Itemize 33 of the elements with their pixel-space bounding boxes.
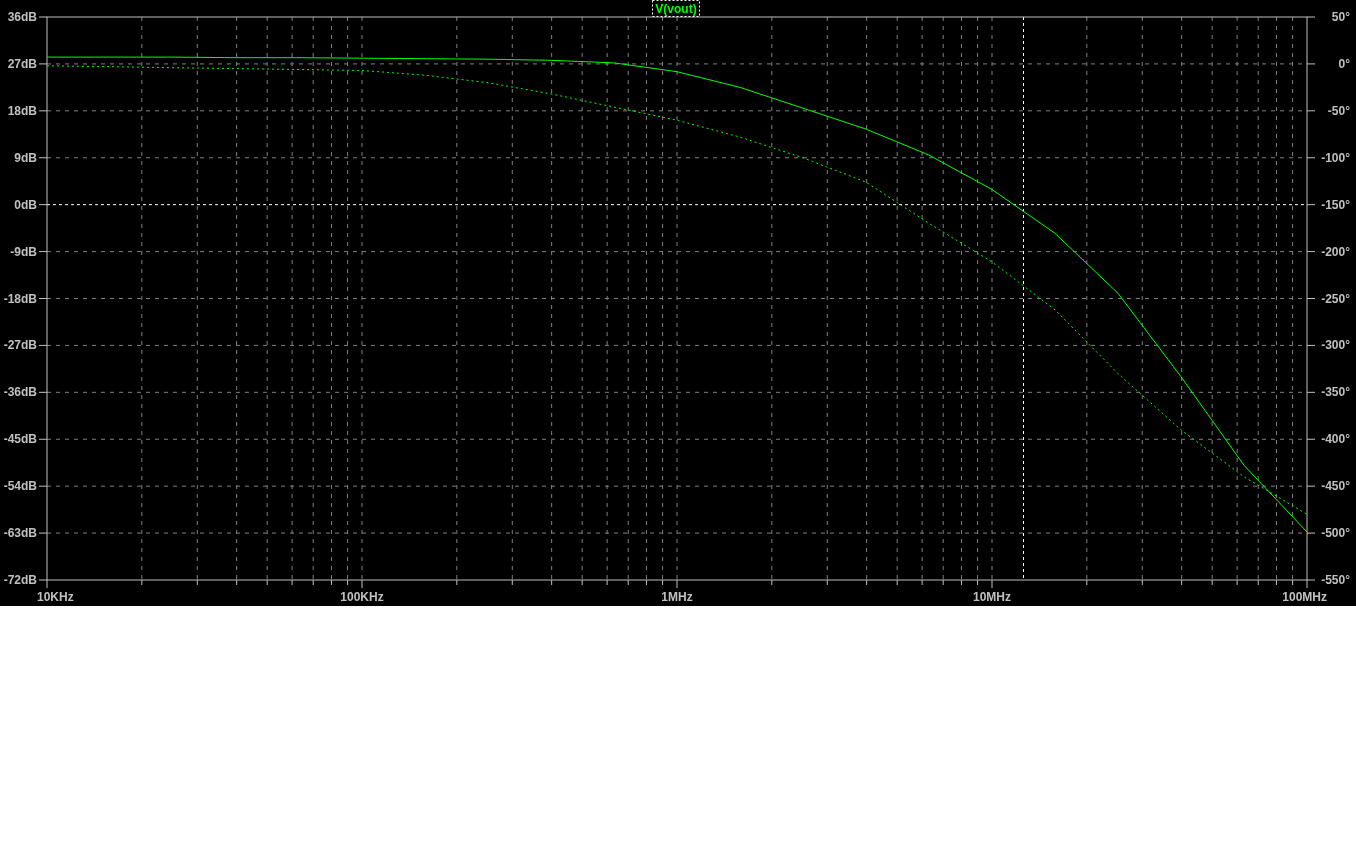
axis-label: 0° [1338,56,1350,71]
axis-label: 18dB [7,103,37,118]
axis-label: -18dB [3,291,37,306]
axis-label: -400° [1321,432,1350,447]
axis-label: -54dB [3,479,37,494]
axis-label: 1MHz [661,590,693,604]
axis-label: 27dB [7,56,37,71]
axis-label: -200° [1321,244,1350,259]
axis-label: -300° [1321,338,1350,353]
trace-legend[interactable]: V(vout) [652,0,700,17]
axis-label: 9dB [14,150,37,165]
axis-label: -100° [1321,150,1350,165]
axis-label: -500° [1321,526,1350,541]
axis-label: -36dB [3,385,37,400]
axis-label: -63dB [3,526,37,541]
axis-label: -27dB [3,338,37,353]
axis-label: -350° [1321,385,1350,400]
axis-label: 100KHz [340,590,384,604]
axis-label: 0dB [14,197,37,212]
axis-label: -150° [1321,197,1350,212]
axis-label: 100MHz [1282,590,1327,604]
axis-label: -9dB [10,244,37,259]
axis-label: 10KHz [37,590,74,604]
axis-label: -450° [1321,479,1350,494]
axis-label: 36dB [7,10,37,24]
axis-label: 10MHz [973,590,1011,604]
axis-label: -50° [1327,103,1350,118]
axis-label: -45dB [3,432,37,447]
cursor-line[interactable] [1023,16,1024,581]
axis-label: 50° [1331,10,1350,24]
axis-label: -550° [1321,573,1350,587]
axis-label: -250° [1321,291,1350,306]
axis-label: -72dB [3,573,37,587]
